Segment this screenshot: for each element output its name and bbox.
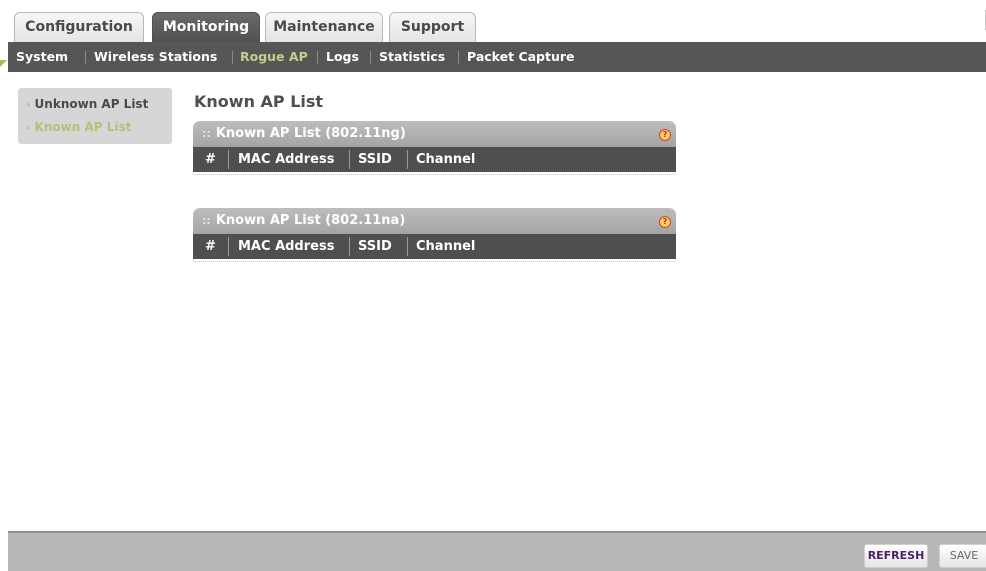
tab-support[interactable]: Support <box>389 12 476 42</box>
tab-monitoring[interactable]: Monitoring <box>152 12 260 42</box>
save-button[interactable]: SAVE <box>939 544 986 568</box>
chevron-right-icon: › <box>26 121 31 134</box>
subnav-rogue-ap[interactable]: Rogue AP <box>240 42 308 72</box>
column-header-channel: Channel <box>416 239 476 254</box>
column-header-index: # <box>205 152 216 167</box>
subnav-wireless-stations[interactable]: Wireless Stations <box>94 42 217 72</box>
column-header-mac-address: MAC Address <box>238 239 335 254</box>
column-header-ssid: SSID <box>358 152 392 167</box>
divider <box>193 260 676 262</box>
page-title: Known AP List <box>194 92 324 111</box>
divider <box>458 51 459 64</box>
help-icon[interactable]: ? <box>659 129 671 141</box>
table-header: # MAC Address SSID Channel <box>193 234 676 259</box>
divider <box>228 237 229 256</box>
panel-title: :: Known AP List (802.11ng) <box>202 126 406 141</box>
main-tabs: Configuration Monitoring Maintenance Sup… <box>8 8 986 42</box>
divider <box>370 51 371 64</box>
tab-maintenance[interactable]: Maintenance <box>265 12 383 42</box>
refresh-button[interactable]: REFRESH <box>864 544 928 568</box>
panel-header: :: Known AP List (802.11ng) ? <box>193 121 676 147</box>
subnav-statistics[interactable]: Statistics <box>379 42 445 72</box>
known-ap-panel-ng: :: Known AP List (802.11ng) ? # MAC Addre… <box>193 121 676 185</box>
subnav-system[interactable]: System <box>16 42 68 72</box>
divider <box>193 173 676 175</box>
footer-bar: REFRESH SAVE <box>8 531 986 571</box>
divider <box>407 150 408 169</box>
sidemenu-item-known-ap-list[interactable]: › Known AP List <box>26 120 131 134</box>
panel-header: :: Known AP List (802.11na) ? <box>193 208 676 234</box>
column-header-mac-address: MAC Address <box>238 152 335 167</box>
app-frame: Configuration Monitoring Maintenance Sup… <box>0 8 986 571</box>
divider <box>407 237 408 256</box>
column-header-ssid: SSID <box>358 239 392 254</box>
divider <box>317 51 318 64</box>
subnav-packet-capture[interactable]: Packet Capture <box>467 42 575 72</box>
known-ap-panel-na: :: Known AP List (802.11na) ? # MAC Addre… <box>193 208 676 272</box>
panel-title: :: Known AP List (802.11na) <box>202 213 406 228</box>
divider <box>232 51 233 64</box>
chevron-right-icon: › <box>26 98 31 111</box>
subnav-logs[interactable]: Logs <box>326 42 359 72</box>
corner-accent <box>0 60 7 67</box>
secondary-nav: System Wireless Stations Rogue AP Logs S… <box>8 42 986 72</box>
grip-icon: :: <box>202 127 211 140</box>
table-header: # MAC Address SSID Channel <box>193 147 676 172</box>
side-menu: › Unknown AP List › Known AP List <box>18 88 172 144</box>
divider <box>228 150 229 169</box>
divider <box>349 237 350 256</box>
divider <box>349 150 350 169</box>
grip-icon: :: <box>202 214 211 227</box>
column-header-channel: Channel <box>416 152 476 167</box>
column-header-index: # <box>205 239 216 254</box>
divider <box>85 51 86 64</box>
tab-configuration[interactable]: Configuration <box>14 12 144 42</box>
help-icon[interactable]: ? <box>659 216 671 228</box>
sidemenu-item-unknown-ap-list[interactable]: › Unknown AP List <box>26 97 148 111</box>
